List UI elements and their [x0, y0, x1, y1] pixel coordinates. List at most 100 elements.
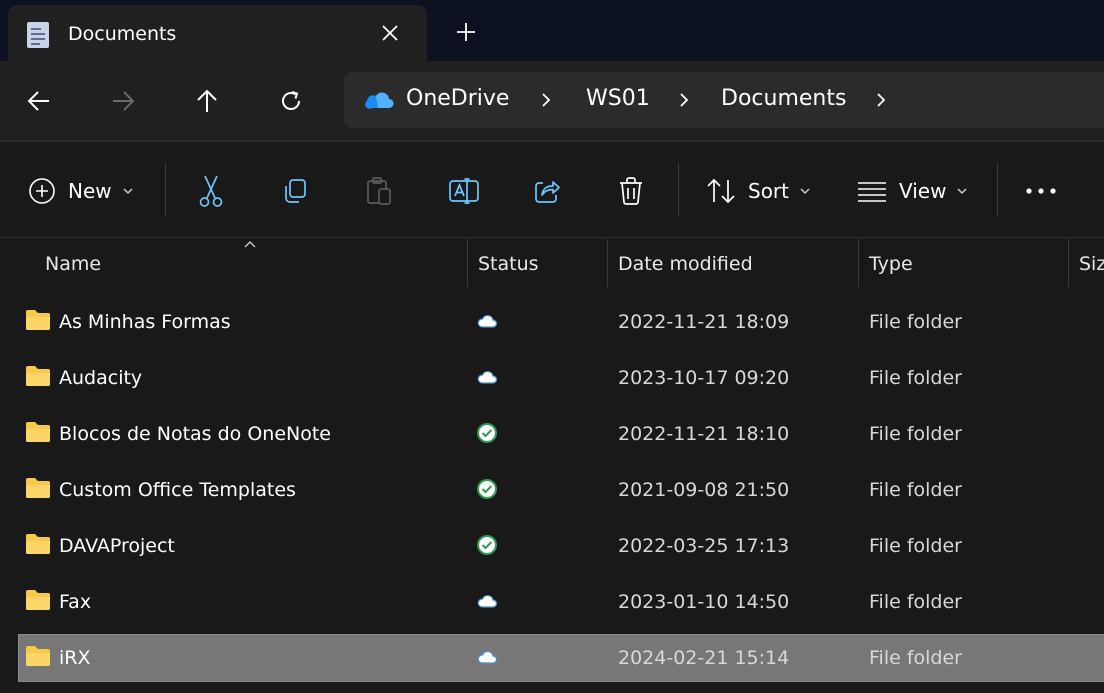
breadcrumb-ws01[interactable]: WS01: [586, 86, 650, 111]
file-name: Audacity: [59, 367, 143, 389]
table-row[interactable]: Custom Office Templates 2021-09-08 21:50…: [0, 464, 1104, 520]
title-bar: Documents: [0, 0, 1104, 63]
date-modified: 2022-03-25 17:13: [618, 535, 790, 557]
close-icon[interactable]: [378, 21, 402, 45]
address-bar[interactable]: OneDrive WS01 Documents: [344, 72, 1104, 128]
folder-icon: [26, 478, 50, 498]
chevron-down-icon: [957, 188, 967, 195]
share-icon: [535, 181, 560, 203]
chevron-down-icon: [800, 188, 810, 195]
folder-icon: [26, 646, 50, 666]
file-type: File folder: [869, 479, 962, 501]
new-tab-button[interactable]: [454, 20, 478, 44]
cut-button[interactable]: [197, 173, 225, 209]
scissors-icon: [199, 175, 223, 207]
back-button[interactable]: [21, 83, 57, 119]
onedrive-icon: [365, 92, 394, 109]
column-resizer[interactable]: [607, 239, 608, 287]
folder-icon: [26, 534, 50, 554]
synced-check-icon: [477, 535, 497, 555]
file-type: File folder: [869, 423, 962, 445]
sort-button[interactable]: Sort: [706, 173, 811, 209]
clipboard-icon: [367, 177, 391, 205]
synced-check-icon: [477, 423, 497, 443]
sort-label: Sort: [748, 179, 789, 203]
list-view-icon: [858, 182, 886, 202]
file-type: File folder: [869, 647, 962, 669]
chevron-right-icon[interactable]: [871, 90, 891, 110]
date-modified: 2023-01-10 14:50: [618, 591, 790, 613]
refresh-button[interactable]: [273, 83, 309, 119]
table-row[interactable]: Blocos de Notas do OneNote 2022-11-21 18…: [0, 408, 1104, 464]
arrow-up-icon: [197, 89, 217, 112]
arrow-right-icon: [113, 91, 135, 111]
column-type[interactable]: Type: [869, 253, 913, 275]
divider: [997, 163, 998, 217]
new-label: New: [68, 179, 112, 203]
cloud-icon: [477, 594, 498, 608]
breadcrumb-documents[interactable]: Documents: [721, 86, 846, 111]
divider: [165, 163, 166, 217]
cloud-icon: [477, 314, 498, 328]
plus-circle-icon: [29, 178, 55, 204]
forward-button[interactable]: [105, 83, 141, 119]
folder-icon: [26, 422, 50, 442]
column-resizer[interactable]: [467, 239, 468, 287]
file-list: As Minhas Formas 2022-11-21 18:09 File f…: [0, 296, 1104, 688]
chevron-right-icon[interactable]: [674, 90, 694, 110]
date-modified: 2022-11-21 18:10: [618, 423, 790, 445]
copy-button[interactable]: [281, 173, 309, 209]
file-type: File folder: [869, 535, 962, 557]
paste-button[interactable]: [365, 173, 393, 209]
folder-icon: [26, 310, 50, 330]
folder-icon: [26, 366, 50, 386]
file-name: Fax: [59, 591, 92, 613]
date-modified: 2023-10-17 09:20: [618, 367, 790, 389]
table-row[interactable]: Fax 2023-01-10 14:50 File folder: [0, 576, 1104, 632]
arrow-left-icon: [27, 91, 49, 111]
divider: [678, 163, 679, 217]
chevron-right-icon[interactable]: [536, 90, 556, 110]
file-name: iRX: [59, 647, 91, 669]
view-label: View: [899, 179, 947, 203]
column-resizer[interactable]: [1068, 239, 1069, 287]
document-icon: [27, 22, 49, 48]
copy-icon: [285, 179, 306, 203]
cloud-icon: [477, 650, 498, 664]
breadcrumb-onedrive[interactable]: OneDrive: [406, 86, 509, 111]
file-name: DAVAProject: [59, 535, 175, 557]
share-button[interactable]: [533, 173, 561, 209]
tab-documents[interactable]: Documents: [8, 5, 427, 63]
new-button[interactable]: New: [28, 173, 134, 209]
cloud-icon: [477, 370, 498, 384]
more-icon: [1026, 188, 1056, 194]
table-row[interactable]: As Minhas Formas 2022-11-21 18:09 File f…: [0, 296, 1104, 352]
date-modified: 2022-11-21 18:09: [618, 311, 790, 333]
tab-title: Documents: [68, 23, 177, 45]
date-modified: 2021-09-08 21:50: [618, 479, 790, 501]
trash-icon: [620, 177, 642, 205]
column-size[interactable]: Siz: [1079, 253, 1104, 275]
file-type: File folder: [869, 367, 962, 389]
file-name: As Minhas Formas: [59, 311, 231, 333]
column-date-modified[interactable]: Date modified: [618, 253, 753, 275]
view-button[interactable]: View: [857, 173, 968, 209]
table-row[interactable]: DAVAProject 2022-03-25 17:13 File folder: [0, 520, 1104, 576]
synced-check-icon: [477, 479, 497, 499]
more-options-button[interactable]: [1025, 173, 1057, 209]
sort-icon: [707, 178, 735, 204]
command-bar: New Sort View: [0, 143, 1104, 238]
column-name[interactable]: Name: [45, 253, 101, 275]
table-row-selected[interactable]: iRX 2024-02-21 15:14 File folder: [0, 632, 1104, 688]
column-resizer[interactable]: [858, 239, 859, 287]
date-modified: 2024-02-21 15:14: [618, 647, 790, 669]
delete-button[interactable]: [617, 173, 645, 209]
rename-button[interactable]: [448, 173, 480, 209]
up-button[interactable]: [189, 83, 225, 119]
column-status[interactable]: Status: [478, 253, 539, 275]
chevron-down-icon: [123, 188, 133, 195]
refresh-icon: [282, 91, 300, 110]
folder-icon: [26, 590, 50, 610]
table-row[interactable]: Audacity 2023-10-17 09:20 File folder: [0, 352, 1104, 408]
file-type: File folder: [869, 311, 962, 333]
